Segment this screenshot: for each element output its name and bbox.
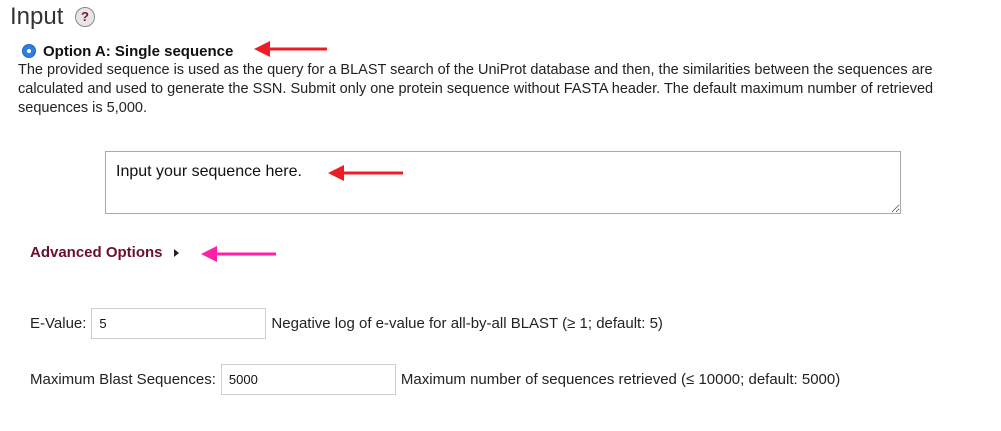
- evalue-label: E-Value:: [30, 315, 87, 332]
- annotation-arrow-icon: [201, 246, 276, 262]
- sequence-input-wrap: [105, 151, 901, 214]
- annotation-arrow-icon: [328, 165, 403, 181]
- sequence-input[interactable]: [105, 151, 901, 214]
- option-a-label[interactable]: Option A: Single sequence: [43, 43, 233, 60]
- radio-selected-icon[interactable]: [22, 44, 36, 58]
- evalue-input[interactable]: [91, 308, 267, 339]
- option-a-row[interactable]: Option A: Single sequence: [22, 41, 233, 61]
- max-blast-label: Maximum Blast Sequences:: [30, 371, 216, 388]
- evalue-hint: Negative log of e-value for all-by-all B…: [271, 315, 663, 332]
- evalue-row: E-Value: Negative log of e-value for all…: [30, 308, 663, 339]
- caret-right-icon[interactable]: [173, 248, 179, 257]
- help-icon[interactable]: ?: [75, 7, 95, 27]
- annotation-arrow-icon: [254, 41, 327, 57]
- max-blast-row: Maximum Blast Sequences: Maximum number …: [30, 364, 840, 395]
- advanced-options-label[interactable]: Advanced Options: [30, 244, 163, 261]
- option-a-description: The provided sequence is used as the que…: [18, 62, 934, 116]
- max-blast-hint: Maximum number of sequences retrieved (≤…: [400, 371, 841, 388]
- section-title: Input: [10, 3, 64, 30]
- max-blast-input[interactable]: [220, 364, 396, 395]
- advanced-options-toggle[interactable]: Advanced Options: [30, 244, 179, 261]
